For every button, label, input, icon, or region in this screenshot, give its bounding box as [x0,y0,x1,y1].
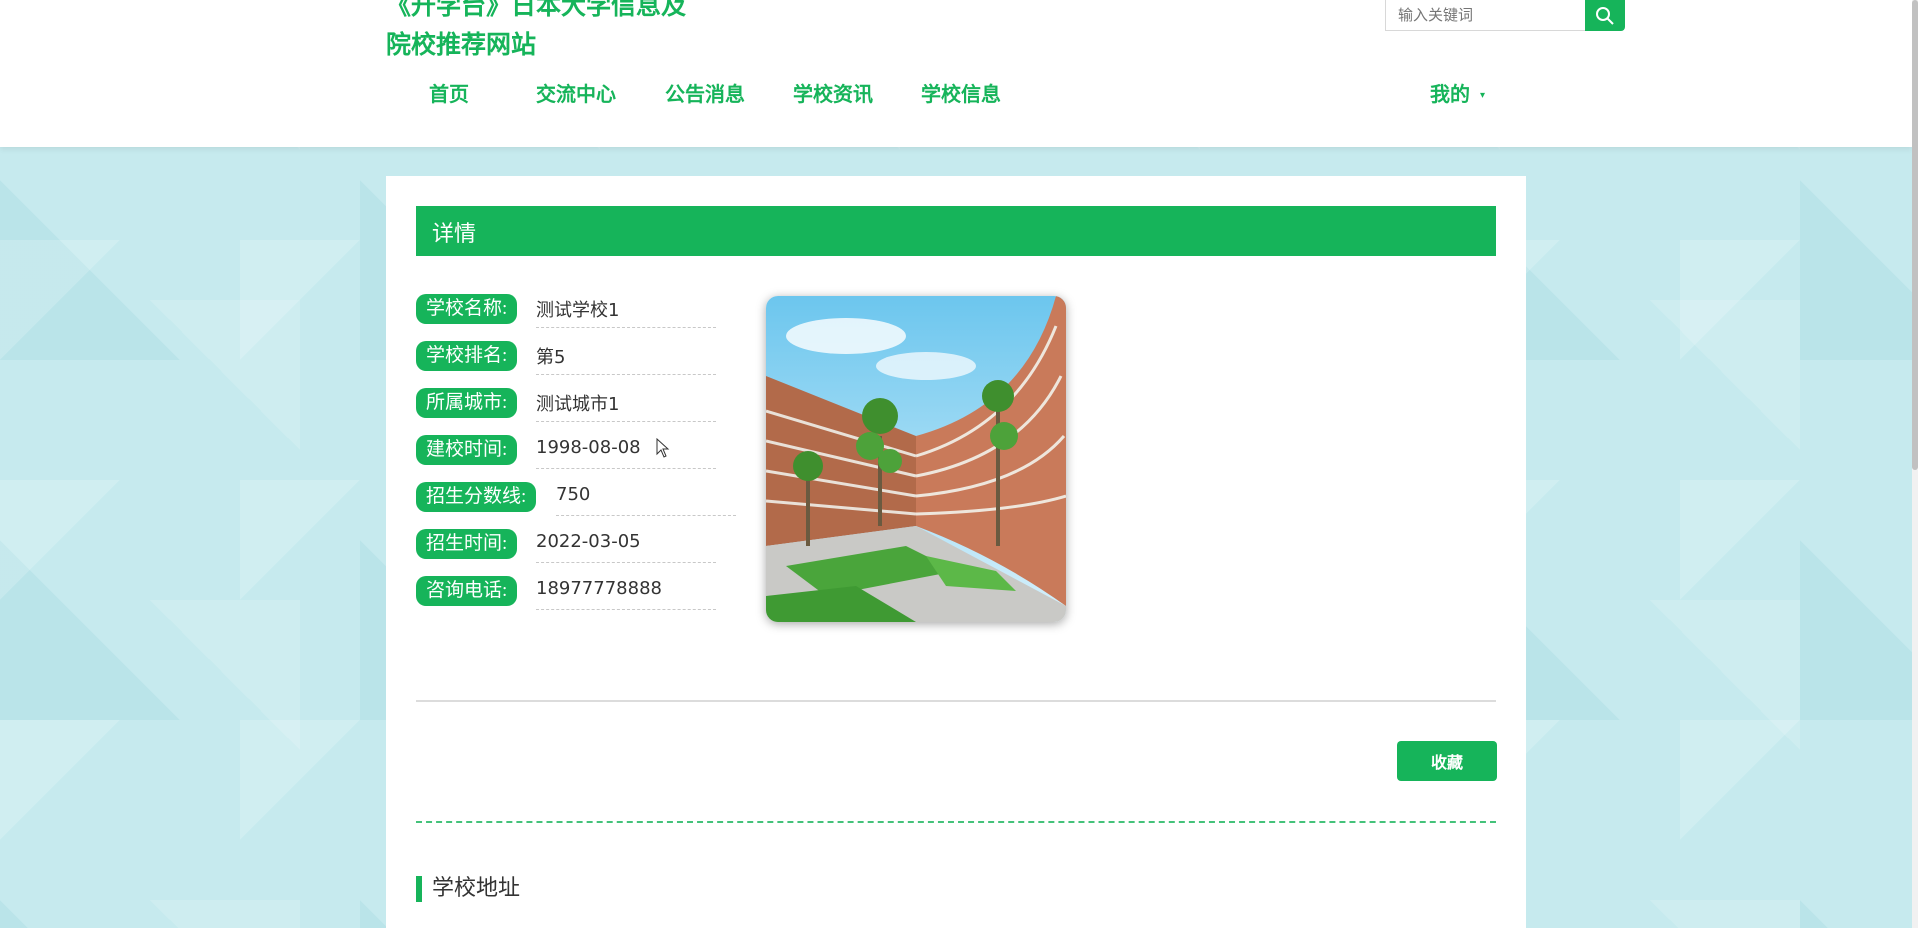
field-label: 招生时间: [416,529,518,559]
field-admission-date: 招生时间: 2022-03-05 [416,529,716,563]
search-icon [1596,6,1614,25]
scroll-thumb[interactable] [1912,0,1918,470]
field-school-rank: 学校排名: 第5 [416,341,716,375]
detail-title: 详情 [416,206,1496,256]
site-title[interactable]: 《升学台》日本大学信息及院校推荐网站 [386,0,706,64]
field-value: 2022-03-05 [536,529,716,563]
field-value: 18977778888 [536,576,716,610]
section-divider [416,700,1496,702]
user-menu[interactable]: 我的 ▾ [1430,78,1485,107]
search-button[interactable] [1585,0,1625,31]
field-value: 1998-08-08 [536,435,716,469]
field-label: 招生分数线: [416,482,537,512]
dashed-divider [416,821,1496,823]
detail-card: 详情 学校名称: 测试学校1 学校排名: 第5 所属城市: 测试城市1 建校时间… [386,176,1526,928]
field-phone: 咨询电话: 18977778888 [416,576,716,610]
field-label: 所属城市: [416,388,518,418]
nav-school-news[interactable]: 学校资讯 [793,78,873,107]
field-label: 建校时间: [416,435,518,465]
caret-down-icon: ▾ [1480,90,1486,101]
field-admission-score: 招生分数线: 750 [416,482,736,516]
field-label: 学校排名: [416,341,518,371]
site-header: 《升学台》日本大学信息及院校推荐网站 首页 交流中心 公告消息 学校资讯 学校信… [0,0,1912,147]
field-value: 750 [556,482,736,516]
field-value: 第5 [536,341,716,375]
mouse-cursor-icon [656,438,670,458]
favorite-button[interactable]: 收藏 [1397,741,1497,781]
field-city: 所属城市: 测试城市1 [416,388,716,422]
nav-school-info[interactable]: 学校信息 [921,78,1001,107]
nav-exchange-center[interactable]: 交流中心 [536,78,616,107]
user-menu-label: 我的 [1430,82,1470,106]
search-input[interactable] [1385,0,1586,31]
field-value: 测试城市1 [536,388,716,422]
field-school-name: 学校名称: 测试学校1 [416,294,716,328]
campus-image [766,296,1066,622]
field-label: 学校名称: [416,294,518,324]
nav-home[interactable]: 首页 [429,78,469,107]
field-value: 测试学校1 [536,294,716,328]
school-photo [766,296,1066,622]
field-founded: 建校时间: 1998-08-08 [416,435,716,469]
nav-announcements[interactable]: 公告消息 [665,78,745,107]
scrollbar[interactable] [1912,0,1918,928]
address-heading: 学校地址 [416,876,520,902]
field-label: 咨询电话: [416,576,518,606]
